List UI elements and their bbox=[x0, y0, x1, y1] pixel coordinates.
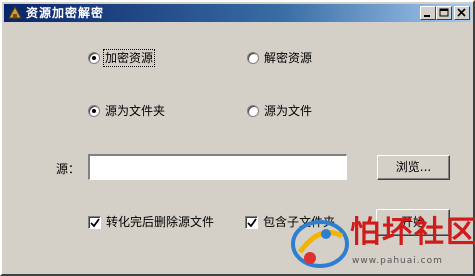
radio-source-folder-label: 源为文件夹 bbox=[105, 104, 166, 118]
radio-source-file-label: 源为文件 bbox=[264, 104, 313, 118]
watermark-logo-icon bbox=[291, 220, 349, 268]
close-button[interactable] bbox=[454, 6, 470, 20]
checkbox-delete-after-box[interactable] bbox=[88, 215, 101, 229]
radio-encrypt-label: 加密资源 bbox=[102, 49, 156, 67]
checkbox-delete-after-label: 转化完后删除源文件 bbox=[106, 215, 215, 229]
app-icon bbox=[7, 5, 23, 21]
watermark-brand: 怕坏社区 bbox=[350, 215, 475, 250]
checkmark-icon bbox=[247, 217, 257, 227]
radio-encrypt-indicator[interactable] bbox=[88, 52, 100, 64]
minimize-button[interactable] bbox=[420, 6, 436, 20]
title-bar[interactable]: 资源加密解密 bbox=[4, 4, 471, 22]
radio-decrypt[interactable]: 解密资源 bbox=[247, 51, 312, 65]
radio-source-file[interactable]: 源为文件 bbox=[247, 104, 312, 118]
watermark-url: www.pahuai.com bbox=[352, 256, 443, 266]
radio-source-file-indicator[interactable] bbox=[247, 105, 259, 117]
minimize-icon bbox=[424, 15, 430, 17]
radio-decrypt-label: 解密资源 bbox=[264, 51, 313, 65]
radio-decrypt-indicator[interactable] bbox=[247, 52, 259, 64]
radio-source-folder-indicator[interactable] bbox=[88, 105, 100, 117]
site-watermark: 怕坏社区 www.pahuai.com bbox=[290, 212, 475, 276]
maximize-icon bbox=[439, 8, 449, 17]
radio-source-folder[interactable]: 源为文件夹 bbox=[88, 104, 165, 118]
checkbox-delete-after[interactable]: 转化完后删除源文件 bbox=[88, 215, 214, 229]
maximize-button[interactable] bbox=[436, 6, 452, 20]
source-path-input[interactable] bbox=[88, 154, 347, 180]
checkmark-icon bbox=[90, 217, 100, 227]
checkbox-include-subfolders-box[interactable] bbox=[245, 215, 258, 229]
source-label: 源： bbox=[56, 162, 81, 176]
radio-encrypt[interactable]: 加密资源 bbox=[88, 49, 156, 67]
window-title: 资源加密解密 bbox=[26, 6, 105, 20]
browse-button[interactable]: 浏览... bbox=[377, 155, 450, 180]
close-icon bbox=[457, 8, 466, 17]
